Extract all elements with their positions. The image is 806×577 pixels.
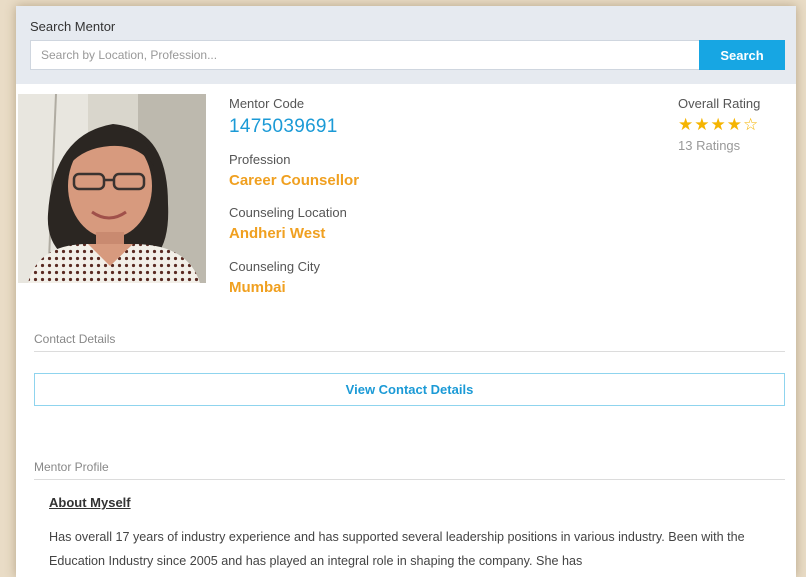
ratings-count: 13 Ratings bbox=[678, 138, 741, 153]
counseling-location-label: Counseling Location bbox=[229, 205, 347, 220]
contact-divider bbox=[34, 351, 785, 352]
counseling-city-label: Counseling City bbox=[229, 259, 321, 274]
search-panel: Search Mentor Search bbox=[16, 6, 796, 84]
counseling-location-value: Andheri West bbox=[229, 225, 326, 242]
mentor-photo bbox=[18, 94, 206, 283]
mentor-code-label: Mentor Code bbox=[229, 96, 305, 111]
search-button[interactable]: Search bbox=[699, 40, 785, 70]
counseling-city-value: Mumbai bbox=[229, 279, 286, 296]
profession-label: Profession bbox=[229, 152, 291, 167]
mentor-profile-label: Mentor Profile bbox=[34, 460, 109, 474]
view-contact-details-button[interactable]: View Contact Details bbox=[34, 373, 785, 406]
mentor-profile-divider bbox=[34, 479, 785, 480]
mentor-profile-page: Search Mentor Search by Location, Profes… bbox=[16, 6, 796, 577]
contact-details-label: Contact Details bbox=[34, 332, 116, 346]
mentor-photo-image bbox=[18, 94, 206, 283]
about-myself-text: Has overall 17 years of industry experie… bbox=[49, 530, 745, 568]
search-input[interactable] bbox=[30, 40, 699, 70]
mentor-code-value: 1475039691 bbox=[229, 116, 338, 137]
star-rating: ★★★★☆ bbox=[678, 115, 760, 134]
overall-rating-label: Overall Rating bbox=[678, 96, 761, 111]
profession-value: Career Counsellor bbox=[229, 172, 360, 189]
about-myself-heading: About Myself bbox=[49, 495, 131, 510]
search-label: Search Mentor bbox=[30, 19, 116, 34]
